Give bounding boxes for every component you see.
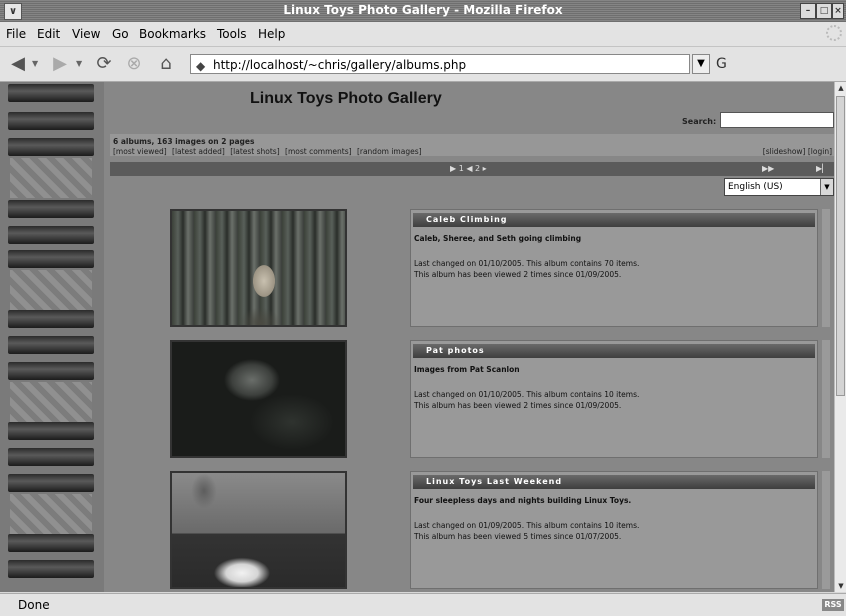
metal-plate-decoration (8, 250, 94, 268)
home-button[interactable]: ⌂ (154, 52, 178, 76)
url-text: http://localhost/~chris/gallery/albums.p… (213, 58, 467, 72)
menu-tools[interactable]: Tools (217, 27, 247, 41)
album-card: Caleb Climbing Caleb, Sheree, and Seth g… (410, 209, 818, 327)
album-side-strip (822, 340, 830, 458)
diamond-plate-decoration (10, 158, 92, 198)
session-links: [slideshow] [login] (763, 147, 832, 156)
next-page-icon[interactable]: ▶▶ (762, 164, 774, 173)
link-login[interactable]: [login] (808, 147, 832, 156)
album-count: 6 albums, 163 images on 2 pages (113, 137, 255, 146)
metal-plate-decoration (8, 422, 94, 440)
page-content: Linux Toys Photo Gallery Search: 6 album… (0, 82, 834, 592)
scroll-up-icon[interactable]: ▲ (835, 82, 846, 94)
album-side-strip (822, 209, 830, 327)
metal-plate-decoration (8, 474, 94, 492)
album-title[interactable]: Linux Toys Last Weekend (413, 475, 815, 489)
gallery-info-bar: 6 albums, 163 images on 2 pages [most vi… (110, 134, 834, 156)
menu-go[interactable]: Go (112, 27, 129, 41)
album-changed-info: Last changed on 01/09/2005. This album c… (414, 521, 640, 530)
metal-plate-decoration (8, 362, 94, 380)
metal-plate-decoration (8, 84, 94, 102)
back-button[interactable]: ◀ (6, 52, 30, 76)
decorative-sidebar (0, 82, 104, 592)
metal-plate-decoration (8, 200, 94, 218)
back-dropdown-icon[interactable]: ▼ (32, 59, 38, 68)
album-side-strip (822, 471, 830, 589)
maximize-icon[interactable]: □ (816, 3, 832, 19)
navigation-toolbar: ◀ ▼ ▶ ▼ ⟳ ⊗ ⌂ ◆ http://localhost/~chris/… (0, 47, 846, 82)
page-icon: ◆ (196, 59, 206, 73)
album-thumbnail[interactable] (170, 209, 347, 327)
url-history-dropdown-icon[interactable]: ▼ (692, 54, 710, 74)
search-label: Search: (682, 117, 717, 126)
album-changed-info: Last changed on 01/10/2005. This album c… (414, 390, 640, 399)
diamond-plate-decoration (10, 382, 92, 422)
window-title: Linux Toys Photo Gallery - Mozilla Firef… (283, 3, 563, 17)
link-latest-added[interactable]: [latest added] (172, 147, 225, 156)
album-viewed-info: This album has been viewed 5 times since… (414, 532, 622, 541)
metal-plate-decoration (8, 534, 94, 552)
album-viewed-info: This album has been viewed 2 times since… (414, 401, 622, 410)
album-title[interactable]: Caleb Climbing (413, 213, 815, 227)
metal-plate-decoration (8, 310, 94, 328)
url-input[interactable]: ◆ http://localhost/~chris/gallery/albums… (190, 54, 690, 74)
close-icon[interactable]: × (832, 3, 844, 19)
album-thumbnail[interactable] (170, 340, 347, 458)
metal-plate-decoration (8, 112, 94, 130)
metal-plate-decoration (8, 138, 94, 156)
pagination-bar: ▶ 1 ◀ 2 ▸ ▶▶ ▶▏ (110, 162, 834, 176)
minimize-icon[interactable]: – (800, 3, 816, 19)
title-bar: ∨ Linux Toys Photo Gallery - Mozilla Fir… (0, 0, 846, 22)
link-latest-shots[interactable]: [latest shots] (230, 147, 279, 156)
throbber-icon (826, 25, 842, 41)
album-changed-info: Last changed on 01/10/2005. This album c… (414, 259, 640, 268)
diamond-plate-decoration (10, 494, 92, 534)
status-text: Done (18, 598, 50, 612)
link-random-images[interactable]: [random images] (357, 147, 422, 156)
metal-plate-decoration (8, 448, 94, 466)
album-title[interactable]: Pat photos (413, 344, 815, 358)
language-value: English (US) (728, 182, 783, 192)
menu-bookmarks[interactable]: Bookmarks (139, 27, 206, 41)
search-input[interactable] (720, 112, 834, 128)
album-description: Images from Pat Scanlon (414, 365, 520, 374)
forward-button[interactable]: ▶ (48, 52, 72, 76)
metal-plate-decoration (8, 560, 94, 578)
album-viewed-info: This album has been viewed 2 times since… (414, 270, 622, 279)
page-links[interactable]: ▶ 1 ◀ 2 ▸ (450, 164, 487, 173)
gallery-links: [most viewed] [latest added] [latest sho… (113, 147, 425, 156)
link-most-viewed[interactable]: [most viewed] (113, 147, 167, 156)
album-card: Linux Toys Last Weekend Four sleepless d… (410, 471, 818, 589)
vertical-scrollbar[interactable]: ▲ ▼ (834, 82, 846, 592)
metal-plate-decoration (8, 226, 94, 244)
menu-file[interactable]: File (6, 27, 26, 41)
menu-help[interactable]: Help (258, 27, 285, 41)
rss-icon[interactable]: RSS (822, 599, 844, 611)
diamond-plate-decoration (10, 270, 92, 310)
chevron-down-icon: ▼ (820, 179, 833, 195)
menu-view[interactable]: View (72, 27, 100, 41)
metal-plate-decoration (8, 336, 94, 354)
link-most-comments[interactable]: [most comments] (285, 147, 352, 156)
stop-button[interactable]: ⊗ (122, 52, 146, 76)
gallery-title: Linux Toys Photo Gallery (250, 90, 442, 107)
album-description: Caleb, Sheree, and Seth going climbing (414, 234, 582, 243)
link-slideshow[interactable]: [slideshow] (763, 147, 806, 156)
scroll-down-icon[interactable]: ▼ (835, 580, 846, 592)
album-thumbnail[interactable] (170, 471, 347, 589)
status-bar: Done RSS (0, 593, 846, 616)
last-page-icon[interactable]: ▶▏ (816, 164, 828, 173)
album-description: Four sleepless days and nights building … (414, 496, 632, 505)
forward-dropdown-icon[interactable]: ▼ (76, 59, 82, 68)
reload-button[interactable]: ⟳ (92, 52, 116, 76)
menu-edit[interactable]: Edit (37, 27, 60, 41)
language-select[interactable]: English (US) ▼ (724, 178, 834, 196)
go-button[interactable]: G (716, 54, 738, 74)
scrollbar-thumb[interactable] (836, 96, 845, 396)
menu-bar: File Edit View Go Bookmarks Tools Help (0, 22, 846, 47)
album-card: Pat photos Images from Pat Scanlon Last … (410, 340, 818, 458)
